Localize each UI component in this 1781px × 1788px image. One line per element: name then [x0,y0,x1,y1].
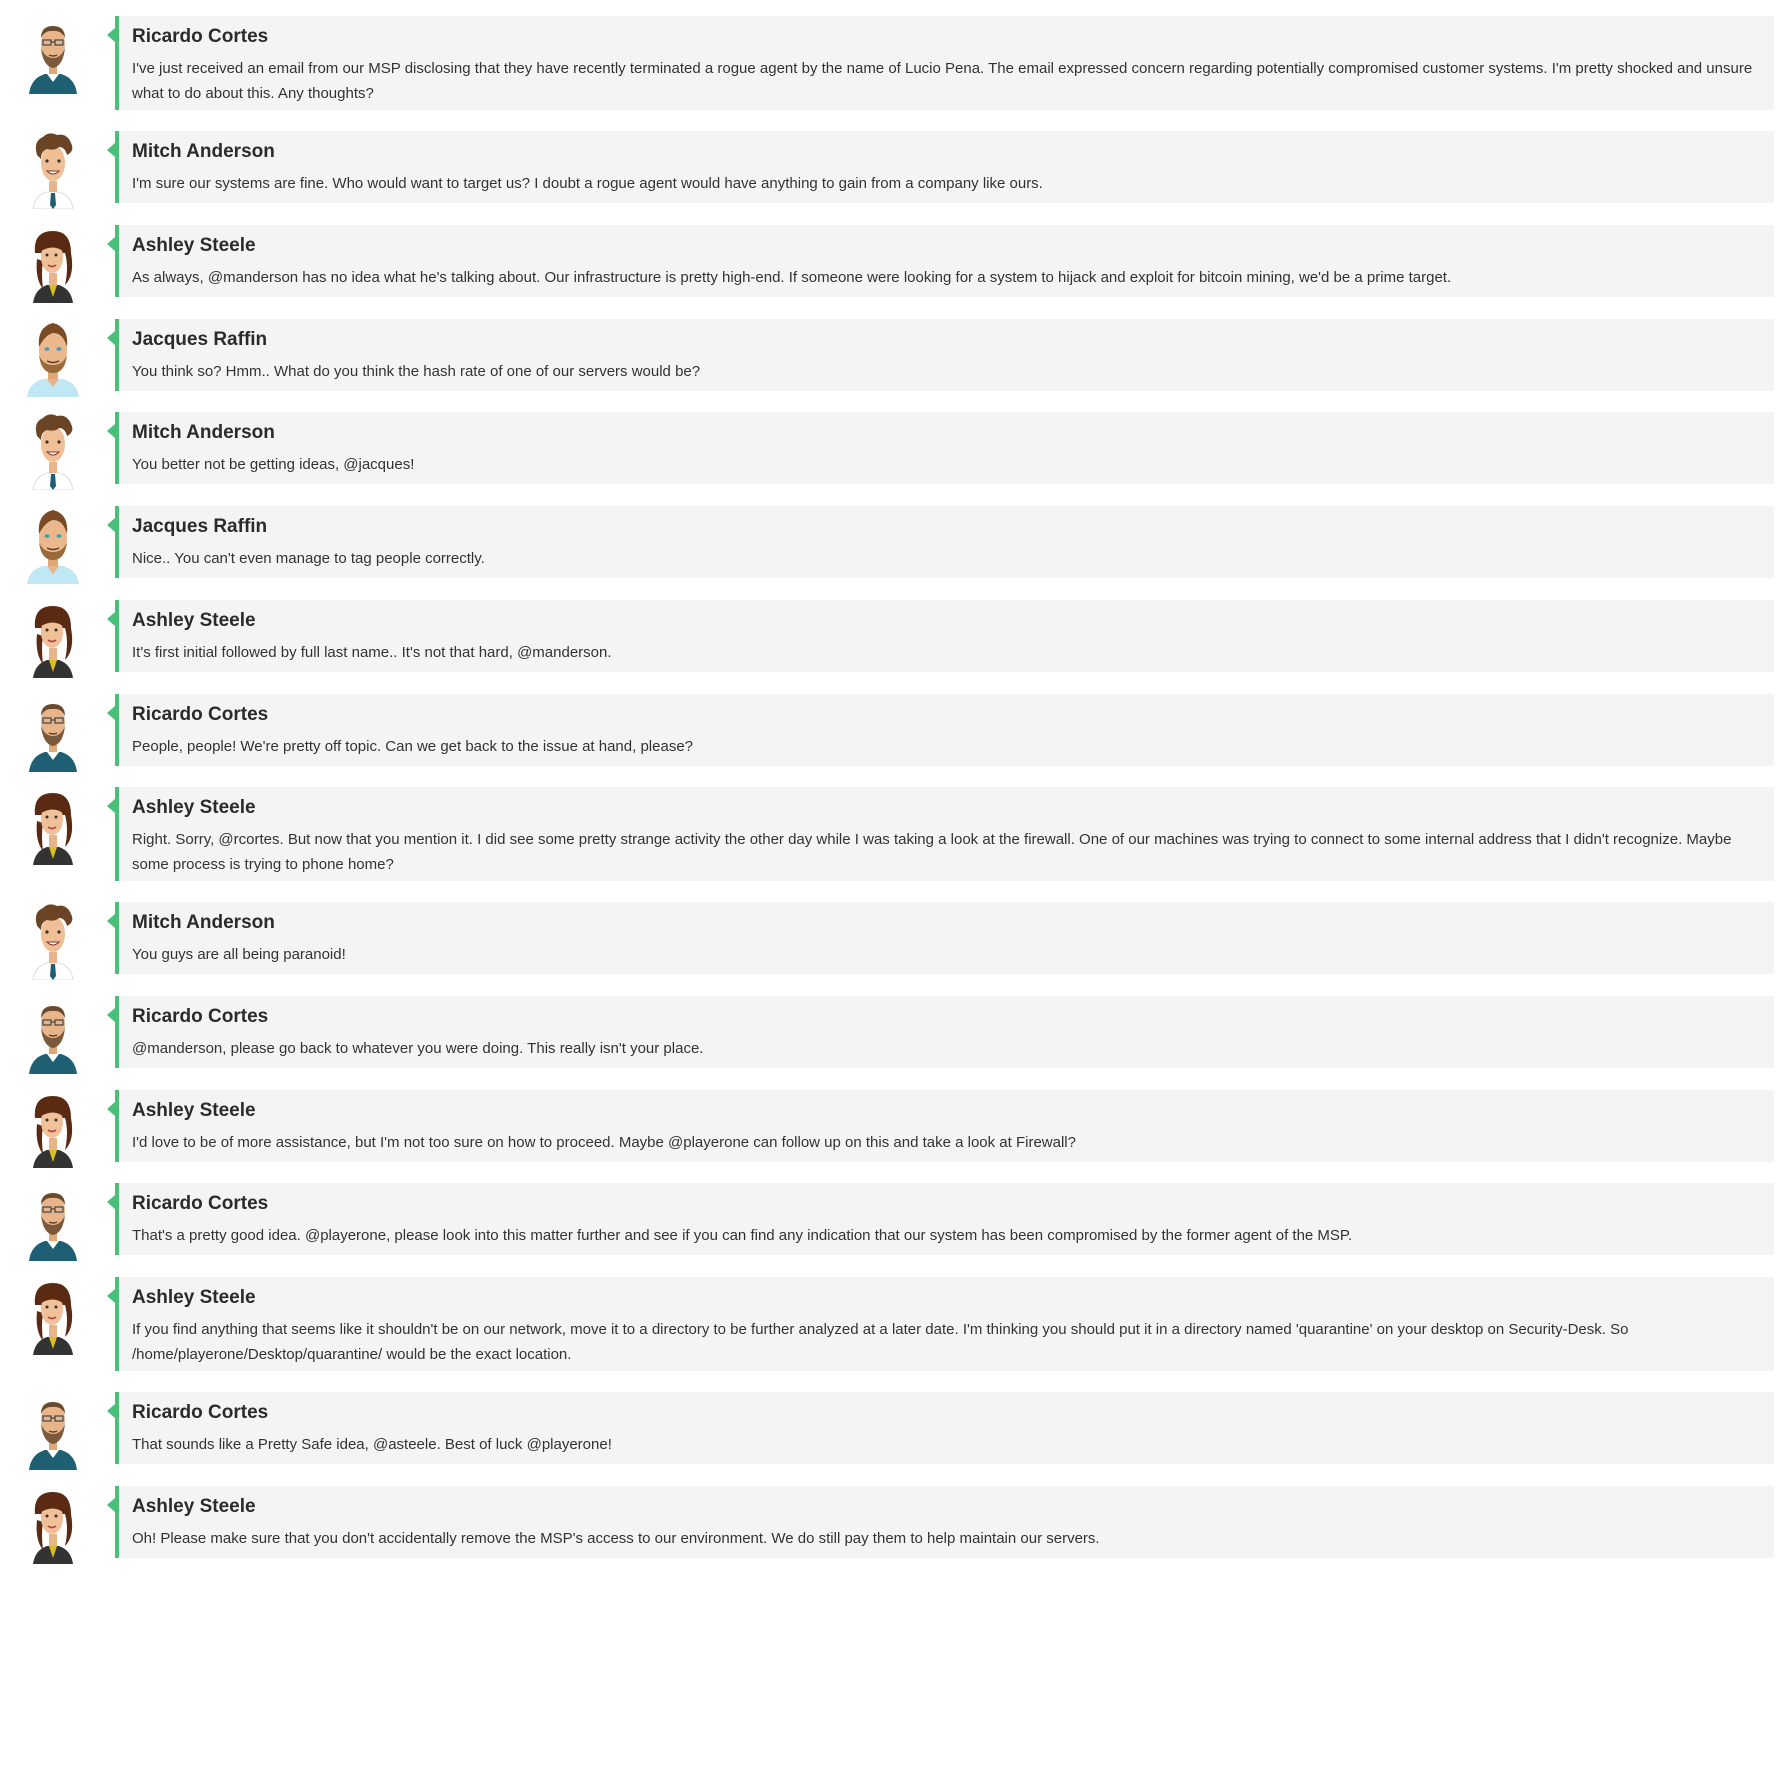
jacques-avatar [25,317,81,397]
chat-message: Ashley Steele I'd love to be of more assi… [0,1090,1781,1168]
message-author: Mitch Anderson [132,422,275,443]
message-bubble: Jacques Raffin You think so? Hmm.. What d… [107,319,1774,391]
mitch-avatar [25,410,81,490]
message-bubble: Ashley Steele If you find anything that s… [107,1277,1774,1371]
message-bubble: Ashley Steele Oh! Please make sure that y… [107,1486,1774,1558]
chat-message: Jacques Raffin Nice.. You can't even mana… [0,506,1781,584]
message-text: It's first initial followed by full last… [132,644,612,661]
chat-message: Ashley Steele As always, @manderson has n… [0,225,1781,303]
chat-message: Mitch Anderson You guys are all being par… [0,902,1781,980]
ricardo-avatar [25,1390,81,1470]
ashley-avatar [25,223,81,303]
message-author: Ricardo Cortes [132,1402,269,1423]
message-bubble: Ricardo Cortes @manderson, please go back… [107,996,1774,1068]
message-bubble: Ashley Steele Right. Sorry, @rcortes. But… [107,787,1774,881]
message-author: Ashley Steele [132,1496,256,1517]
message-text: People, people! We're pretty off topic. … [132,738,693,755]
message-author: Jacques Raffin [132,516,268,537]
ricardo-avatar [25,994,81,1074]
message-text: Right. Sorry, @rcortes. But now that you… [132,831,1732,873]
chat-message: Ricardo Cortes That's a pretty good idea.… [0,1183,1781,1261]
message-bubble: Ricardo Cortes People, people! We're pret… [107,694,1774,766]
message-author: Mitch Anderson [132,141,275,162]
message-text: Oh! Please make sure that you don't acci… [132,1530,1100,1547]
message-text: You better not be getting ideas, @jacque… [132,456,415,473]
message-bubble: Ashley Steele I'd love to be of more assi… [107,1090,1774,1162]
message-bubble: Ricardo Cortes I've just received an emai… [107,16,1774,110]
message-text: That sounds like a Pretty Safe idea, @as… [132,1436,612,1453]
message-text: You guys are all being paranoid! [132,946,346,963]
message-author: Ashley Steele [132,235,256,256]
ashley-avatar [25,598,81,678]
chat-message: Ricardo Cortes @manderson, please go back… [0,996,1781,1074]
chat-message: Ashley Steele If you find anything that s… [0,1277,1781,1371]
ricardo-avatar [25,1181,81,1261]
message-author: Ashley Steele [132,610,256,631]
message-author: Ricardo Cortes [132,704,269,725]
chat-message: Mitch Anderson I'm sure our systems are f… [0,131,1781,209]
message-bubble: Mitch Anderson You guys are all being par… [107,902,1774,974]
ricardo-avatar [25,14,81,94]
message-author: Ashley Steele [132,1100,256,1121]
message-text: As always, @manderson has no idea what h… [132,269,1452,286]
message-author: Ricardo Cortes [132,1193,269,1214]
message-bubble: Jacques Raffin Nice.. You can't even mana… [107,506,1774,578]
message-bubble: Ashley Steele As always, @manderson has n… [107,225,1774,297]
chat-message: Ricardo Cortes That sounds like a Pretty … [0,1392,1781,1470]
chat-message: Ricardo Cortes People, people! We're pret… [0,694,1781,772]
chat-message: Ashley Steele It's first initial followed… [0,600,1781,678]
message-author: Ashley Steele [132,797,256,818]
message-bubble: Mitch Anderson I'm sure our systems are f… [107,131,1774,203]
ashley-avatar [25,1275,81,1355]
message-author: Ashley Steele [132,1287,256,1308]
message-bubble: Mitch Anderson You better not be getting … [107,412,1774,484]
ashley-avatar [25,1484,81,1564]
message-text: Nice.. You can't even manage to tag peop… [132,550,485,567]
jacques-avatar [25,504,81,584]
ashley-avatar [25,1088,81,1168]
message-author: Mitch Anderson [132,912,275,933]
mitch-avatar [25,900,81,980]
message-text: I'm sure our systems are fine. Who would… [132,175,1043,192]
chat-message: Mitch Anderson You better not be getting … [0,412,1781,490]
ricardo-avatar [25,692,81,772]
message-text: You think so? Hmm.. What do you think th… [132,363,701,380]
chat-message: Jacques Raffin You think so? Hmm.. What d… [0,319,1781,397]
chat-message: Ashley Steele Oh! Please make sure that y… [0,1486,1781,1564]
mitch-avatar [25,129,81,209]
message-text: I'd love to be of more assistance, but I… [132,1134,1076,1151]
message-bubble: Ricardo Cortes That sounds like a Pretty … [107,1392,1774,1464]
message-text: I've just received an email from our MSP… [132,60,1753,102]
message-author: Ricardo Cortes [132,1006,269,1027]
ashley-avatar [25,785,81,865]
chat-message: Ricardo Cortes I've just received an emai… [0,16,1781,110]
message-author: Jacques Raffin [132,329,268,350]
message-text: If you find anything that seems like it … [132,1321,1629,1363]
chat-message: Ashley Steele Right. Sorry, @rcortes. But… [0,787,1781,881]
message-text: That's a pretty good idea. @playerone, p… [132,1227,1353,1244]
message-text: @manderson, please go back to whatever y… [132,1040,704,1057]
message-bubble: Ashley Steele It's first initial followed… [107,600,1774,672]
message-author: Ricardo Cortes [132,26,269,47]
message-bubble: Ricardo Cortes That's a pretty good idea.… [107,1183,1774,1255]
